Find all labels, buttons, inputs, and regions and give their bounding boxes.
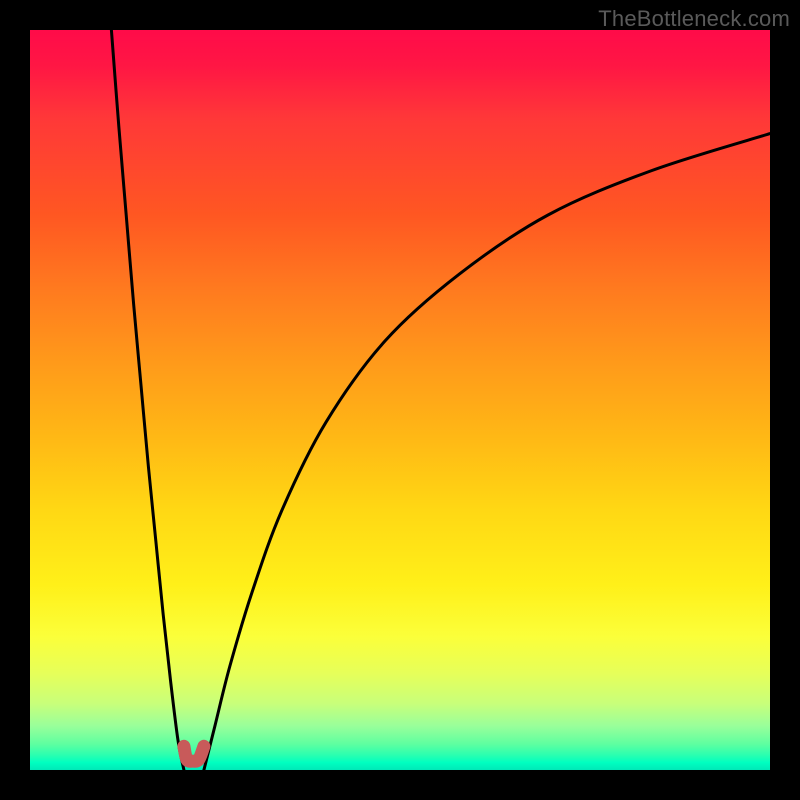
attribution-text: TheBottleneck.com — [598, 6, 790, 32]
curve-right-branch — [204, 134, 770, 770]
curve-left-branch — [111, 30, 184, 770]
chart-plot-area — [30, 30, 770, 770]
trough-marker — [184, 746, 204, 761]
chart-svg — [30, 30, 770, 770]
